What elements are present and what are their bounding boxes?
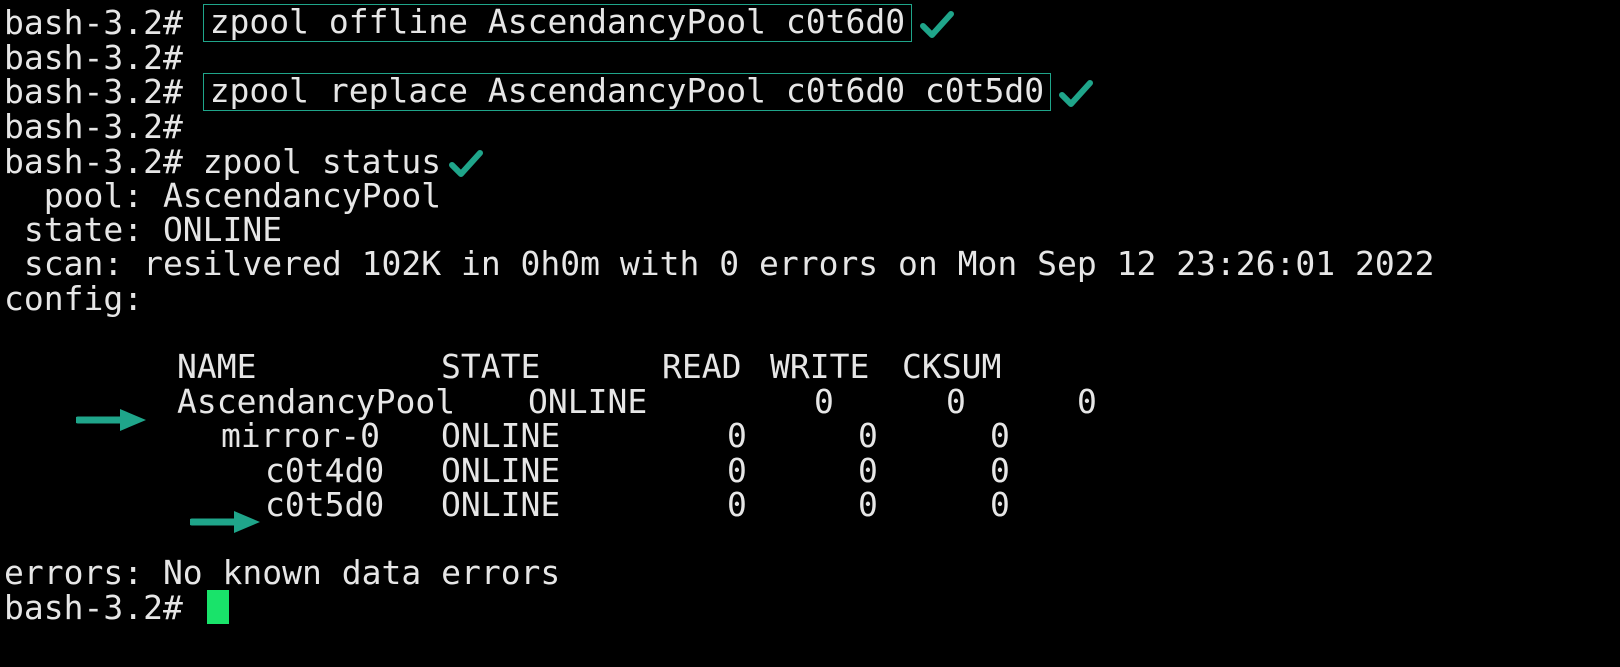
table-row-name: AscendancyPool — [177, 382, 456, 421]
table-row-cksum: 0 — [990, 485, 1010, 524]
table-header-name: NAME — [177, 347, 257, 386]
terminal-window[interactable]: bash-3.2# zpool offline AscendancyPool c… — [0, 0, 1620, 667]
text-cursor — [206, 590, 229, 624]
table-row-state: ONLINE — [441, 451, 561, 490]
prompt: bash-3.2# — [4, 107, 183, 146]
terminal-line-offline: bash-3.2# zpool offline AscendancyPool c… — [4, 3, 955, 42]
table-row-name: c0t5d0 — [265, 485, 385, 524]
table-row-write: 0 — [858, 485, 878, 524]
table-row-read: 0 — [727, 485, 747, 524]
arrow-right-icon — [190, 511, 260, 533]
prompt: bash-3.2# — [4, 3, 183, 42]
terminal-line-replace: bash-3.2# zpool replace AscendancyPool c… — [4, 72, 1094, 111]
table-header-write: WRITE — [770, 347, 870, 386]
arrow-right-icon — [76, 409, 146, 431]
table-header-read: READ — [662, 347, 742, 386]
prompt: bash-3.2# — [4, 72, 183, 111]
table-row-read: 0 — [814, 382, 834, 421]
prompt: bash-3.2# — [4, 588, 183, 627]
table-row-write: 0 — [858, 416, 878, 455]
output-state: state: ONLINE — [4, 210, 283, 249]
table-row-write: 0 — [858, 451, 878, 490]
terminal-line-prompt: bash-3.2# — [4, 109, 183, 145]
table-row-name: mirror-0 — [221, 416, 380, 455]
output-config: config: — [4, 279, 144, 318]
table-header-state: STATE — [441, 347, 541, 386]
table-row-read: 0 — [727, 451, 747, 490]
table-row-write: 0 — [946, 382, 966, 421]
terminal-line-prompt: bash-3.2# — [4, 40, 183, 76]
table-row-cksum: 0 — [1077, 382, 1097, 421]
check-icon — [449, 149, 484, 177]
output-pool: pool: AscendancyPool — [4, 176, 442, 215]
table-row-state: ONLINE — [441, 485, 561, 524]
table-row-cksum: 0 — [990, 451, 1010, 490]
output-scan: scan: resilvered 102K in 0h0m with 0 err… — [4, 244, 1435, 283]
table-row-cksum: 0 — [990, 416, 1010, 455]
table-row-name: c0t4d0 — [265, 451, 385, 490]
check-icon — [1059, 79, 1094, 107]
terminal-line-input[interactable]: bash-3.2# — [4, 590, 229, 626]
command-replace: zpool replace AscendancyPool c0t6d0 c0t5… — [202, 73, 1052, 111]
check-icon — [920, 10, 955, 38]
table-header-cksum: CKSUM — [902, 347, 1002, 386]
command-offline: zpool offline AscendancyPool c0t6d0 — [202, 4, 913, 42]
table-row-read: 0 — [727, 416, 747, 455]
output-errors: errors: No known data errors — [4, 553, 561, 592]
table-row-state: ONLINE — [528, 382, 648, 421]
table-row-state: ONLINE — [441, 416, 561, 455]
terminal-line-status: bash-3.2# zpool status — [4, 144, 484, 180]
